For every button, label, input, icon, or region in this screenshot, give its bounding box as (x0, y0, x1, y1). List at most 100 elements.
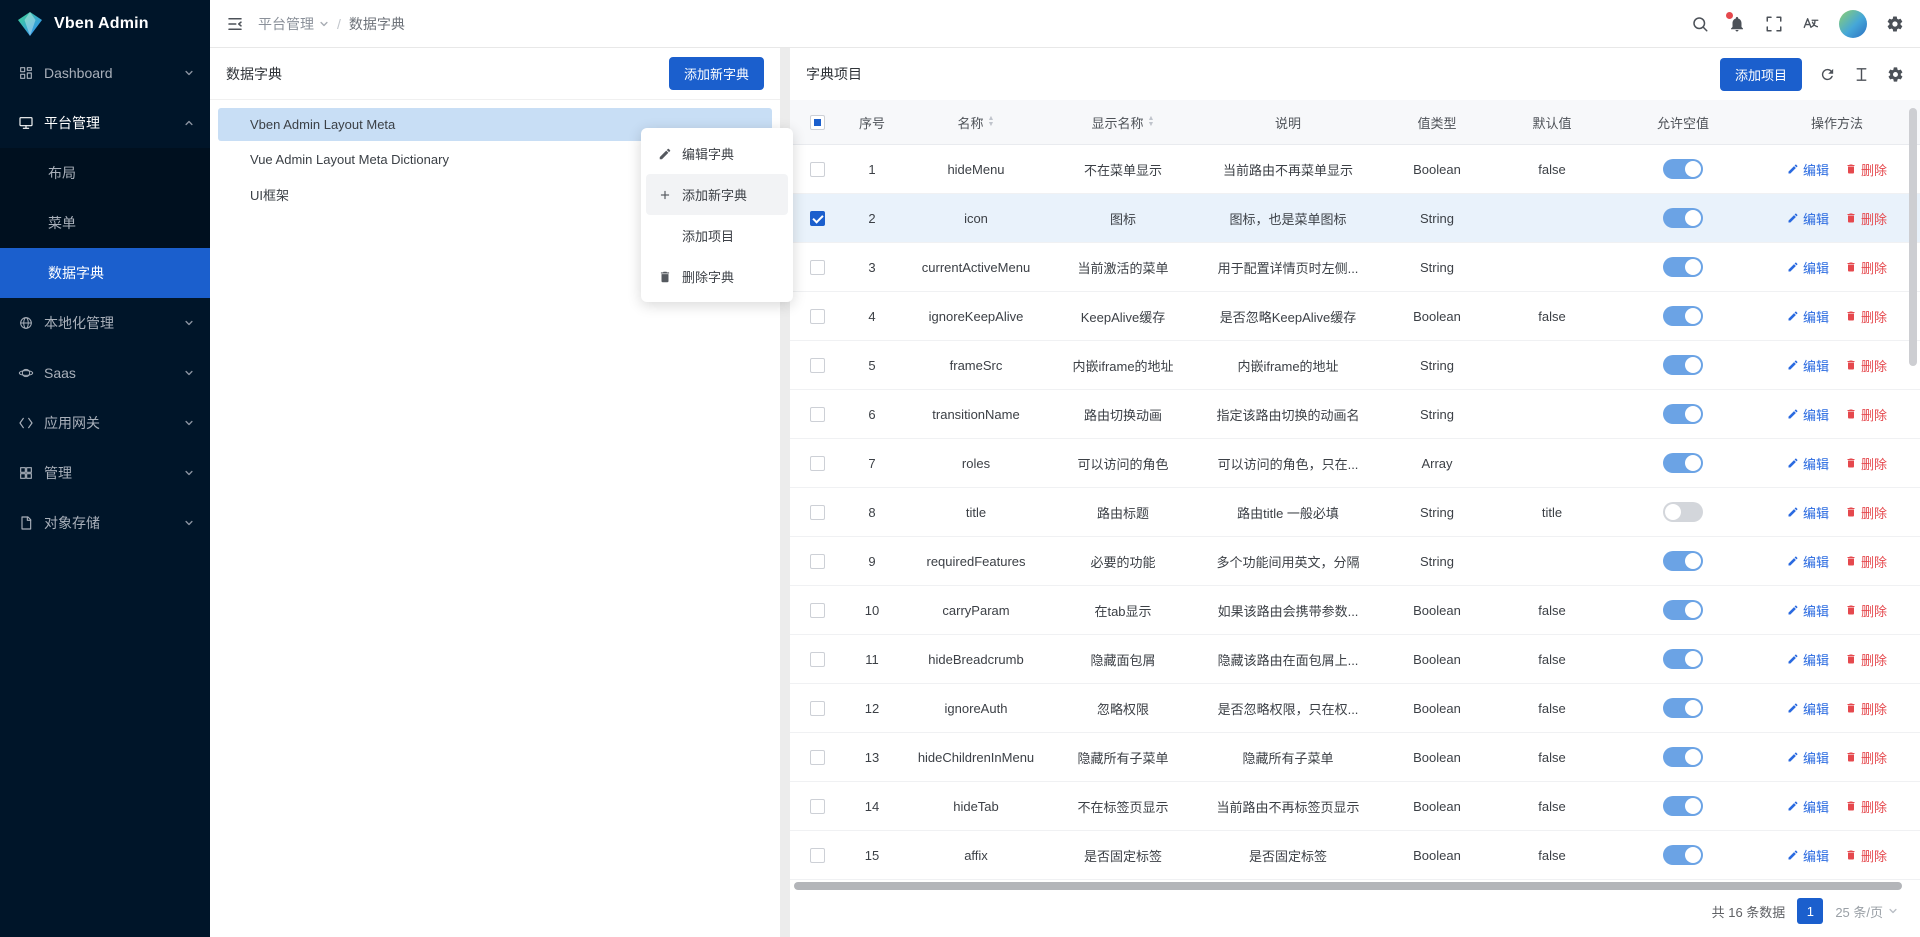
delete-button[interactable]: 删除 (1845, 356, 1887, 375)
sidebar-item-dashboard[interactable]: Dashboard (0, 48, 210, 98)
sidebar-subitem[interactable]: 菜单 (0, 198, 210, 248)
allow-null-toggle[interactable] (1663, 257, 1703, 277)
row-checkbox[interactable] (810, 358, 825, 373)
edit-button[interactable]: 编辑 (1787, 258, 1829, 277)
row-checkbox[interactable] (810, 652, 825, 667)
edit-button[interactable]: 编辑 (1787, 160, 1829, 179)
allow-null-toggle[interactable] (1663, 845, 1703, 865)
sidebar-item-object-storage[interactable]: 对象存储 (0, 498, 210, 548)
delete-button[interactable]: 删除 (1845, 307, 1887, 326)
edit-button[interactable]: 编辑 (1787, 699, 1829, 718)
row-height-icon[interactable] (1853, 66, 1870, 83)
row-checkbox[interactable] (810, 701, 825, 716)
allow-null-toggle[interactable] (1663, 453, 1703, 473)
row-checkbox[interactable] (810, 603, 825, 618)
edit-button[interactable]: 编辑 (1787, 797, 1829, 816)
sidebar-item-localization[interactable]: 本地化管理 (0, 298, 210, 348)
horizontal-scrollbar[interactable] (794, 882, 1902, 890)
edit-button[interactable]: 编辑 (1787, 748, 1829, 767)
column-settings-gear-icon[interactable] (1887, 66, 1904, 83)
notification-bell-icon[interactable] (1728, 15, 1746, 33)
delete-button[interactable]: 删除 (1845, 748, 1887, 767)
add-dictionary-button[interactable]: 添加新字典 (669, 57, 764, 90)
edit-button[interactable]: 编辑 (1787, 405, 1829, 424)
delete-button[interactable]: 删除 (1845, 552, 1887, 571)
context-menu-item[interactable]: 添加项目 (646, 215, 788, 256)
column-header-name[interactable]: 名称 ▲▼ (900, 113, 1052, 132)
row-checkbox[interactable] (810, 260, 825, 275)
allow-null-toggle[interactable] (1663, 404, 1703, 424)
edit-icon (1787, 800, 1799, 812)
delete-button[interactable]: 删除 (1845, 160, 1887, 179)
allow-null-toggle[interactable] (1663, 306, 1703, 326)
breadcrumb-current[interactable]: 数据字典 (349, 14, 405, 34)
allow-null-toggle[interactable] (1663, 796, 1703, 816)
page-size-select[interactable]: 25 条/页 (1835, 902, 1898, 921)
allow-null-toggle[interactable] (1663, 747, 1703, 767)
page-1-button[interactable]: 1 (1797, 898, 1823, 924)
edit-button[interactable]: 编辑 (1787, 601, 1829, 620)
fullscreen-icon[interactable] (1765, 15, 1783, 33)
menu-fold-icon[interactable] (226, 15, 244, 33)
column-header-display-name[interactable]: 显示名称 ▲▼ (1052, 113, 1194, 132)
language-translate-icon[interactable] (1802, 15, 1820, 33)
row-checkbox[interactable] (810, 162, 825, 177)
sidebar-item-platform-management[interactable]: 平台管理 (0, 98, 210, 148)
context-menu-item[interactable]: 删除字典 (646, 256, 788, 297)
allow-null-toggle[interactable] (1663, 355, 1703, 375)
edit-button[interactable]: 编辑 (1787, 454, 1829, 473)
context-menu-item[interactable]: 添加新字典 (646, 174, 788, 215)
edit-button[interactable]: 编辑 (1787, 650, 1829, 669)
edit-button[interactable]: 编辑 (1787, 356, 1829, 375)
row-checkbox[interactable] (810, 505, 825, 520)
allow-null-toggle[interactable] (1663, 600, 1703, 620)
edit-button[interactable]: 编辑 (1787, 209, 1829, 228)
delete-button[interactable]: 删除 (1845, 797, 1887, 816)
sidebar-subitem[interactable]: 数据字典 (0, 248, 210, 298)
delete-button[interactable]: 删除 (1845, 601, 1887, 620)
delete-button[interactable]: 删除 (1845, 258, 1887, 277)
allow-null-toggle[interactable] (1663, 649, 1703, 669)
table-row: 2icon图标图标，也是菜单图标String编辑删除 (790, 194, 1920, 243)
breadcrumb-section[interactable]: 平台管理 (258, 14, 329, 34)
edit-button[interactable]: 编辑 (1787, 307, 1829, 326)
delete-button[interactable]: 删除 (1845, 699, 1887, 718)
vertical-scrollbar[interactable] (1909, 108, 1917, 366)
chevron-up-icon (184, 118, 194, 128)
allow-null-toggle[interactable] (1663, 502, 1703, 522)
row-checkbox[interactable] (810, 309, 825, 324)
context-menu-item[interactable]: 编辑字典 (646, 133, 788, 174)
row-checkbox[interactable] (810, 848, 825, 863)
sidebar-item-saas[interactable]: Saas (0, 348, 210, 398)
row-checkbox[interactable] (810, 211, 825, 226)
avatar[interactable] (1839, 10, 1867, 38)
edit-button[interactable]: 编辑 (1787, 552, 1829, 571)
sidebar-item-management[interactable]: 管理 (0, 448, 210, 498)
allow-null-toggle[interactable] (1663, 159, 1703, 179)
delete-button[interactable]: 删除 (1845, 650, 1887, 669)
allow-null-toggle[interactable] (1663, 208, 1703, 228)
row-checkbox[interactable] (810, 407, 825, 422)
edit-button[interactable]: 编辑 (1787, 503, 1829, 522)
allow-null-toggle[interactable] (1663, 698, 1703, 718)
refresh-icon[interactable] (1819, 66, 1836, 83)
add-item-button[interactable]: 添加项目 (1720, 58, 1802, 91)
edit-button[interactable]: 编辑 (1787, 846, 1829, 865)
delete-button[interactable]: 删除 (1845, 846, 1887, 865)
chevron-down-icon (184, 368, 194, 378)
row-checkbox[interactable] (810, 799, 825, 814)
delete-button[interactable]: 删除 (1845, 503, 1887, 522)
allow-null-toggle[interactable] (1663, 551, 1703, 571)
app-logo[interactable]: Vben Admin (0, 0, 210, 48)
row-checkbox[interactable] (810, 456, 825, 471)
row-checkbox[interactable] (810, 750, 825, 765)
row-checkbox[interactable] (810, 554, 825, 569)
delete-button[interactable]: 删除 (1845, 405, 1887, 424)
select-all-checkbox[interactable] (810, 115, 825, 130)
sidebar-item-app-gateway[interactable]: 应用网关 (0, 398, 210, 448)
sidebar-subitem[interactable]: 布局 (0, 148, 210, 198)
delete-button[interactable]: 删除 (1845, 209, 1887, 228)
theme-settings-gear-icon[interactable] (1886, 15, 1904, 33)
search-icon[interactable] (1691, 15, 1709, 33)
delete-button[interactable]: 删除 (1845, 454, 1887, 473)
